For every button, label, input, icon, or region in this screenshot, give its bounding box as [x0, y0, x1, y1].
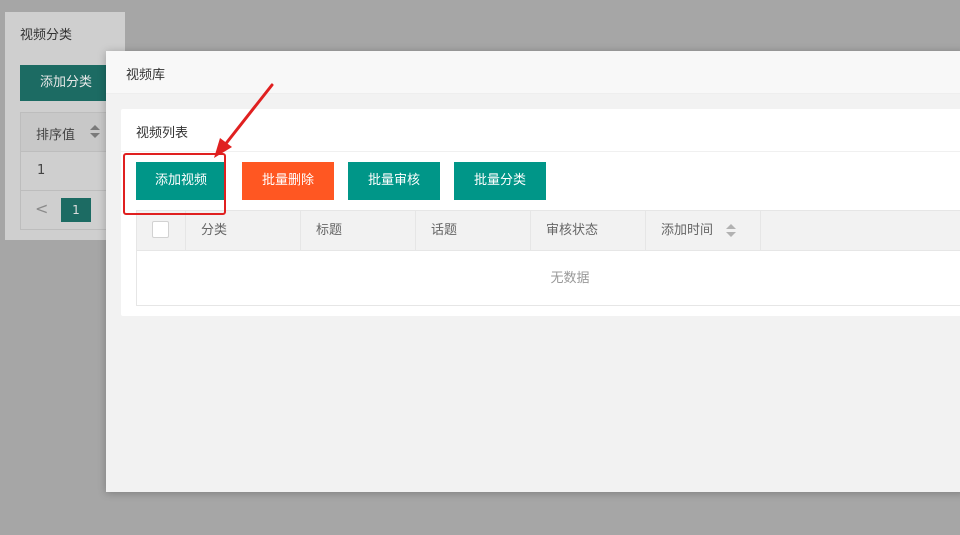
annotation-arrow-icon	[214, 83, 274, 158]
